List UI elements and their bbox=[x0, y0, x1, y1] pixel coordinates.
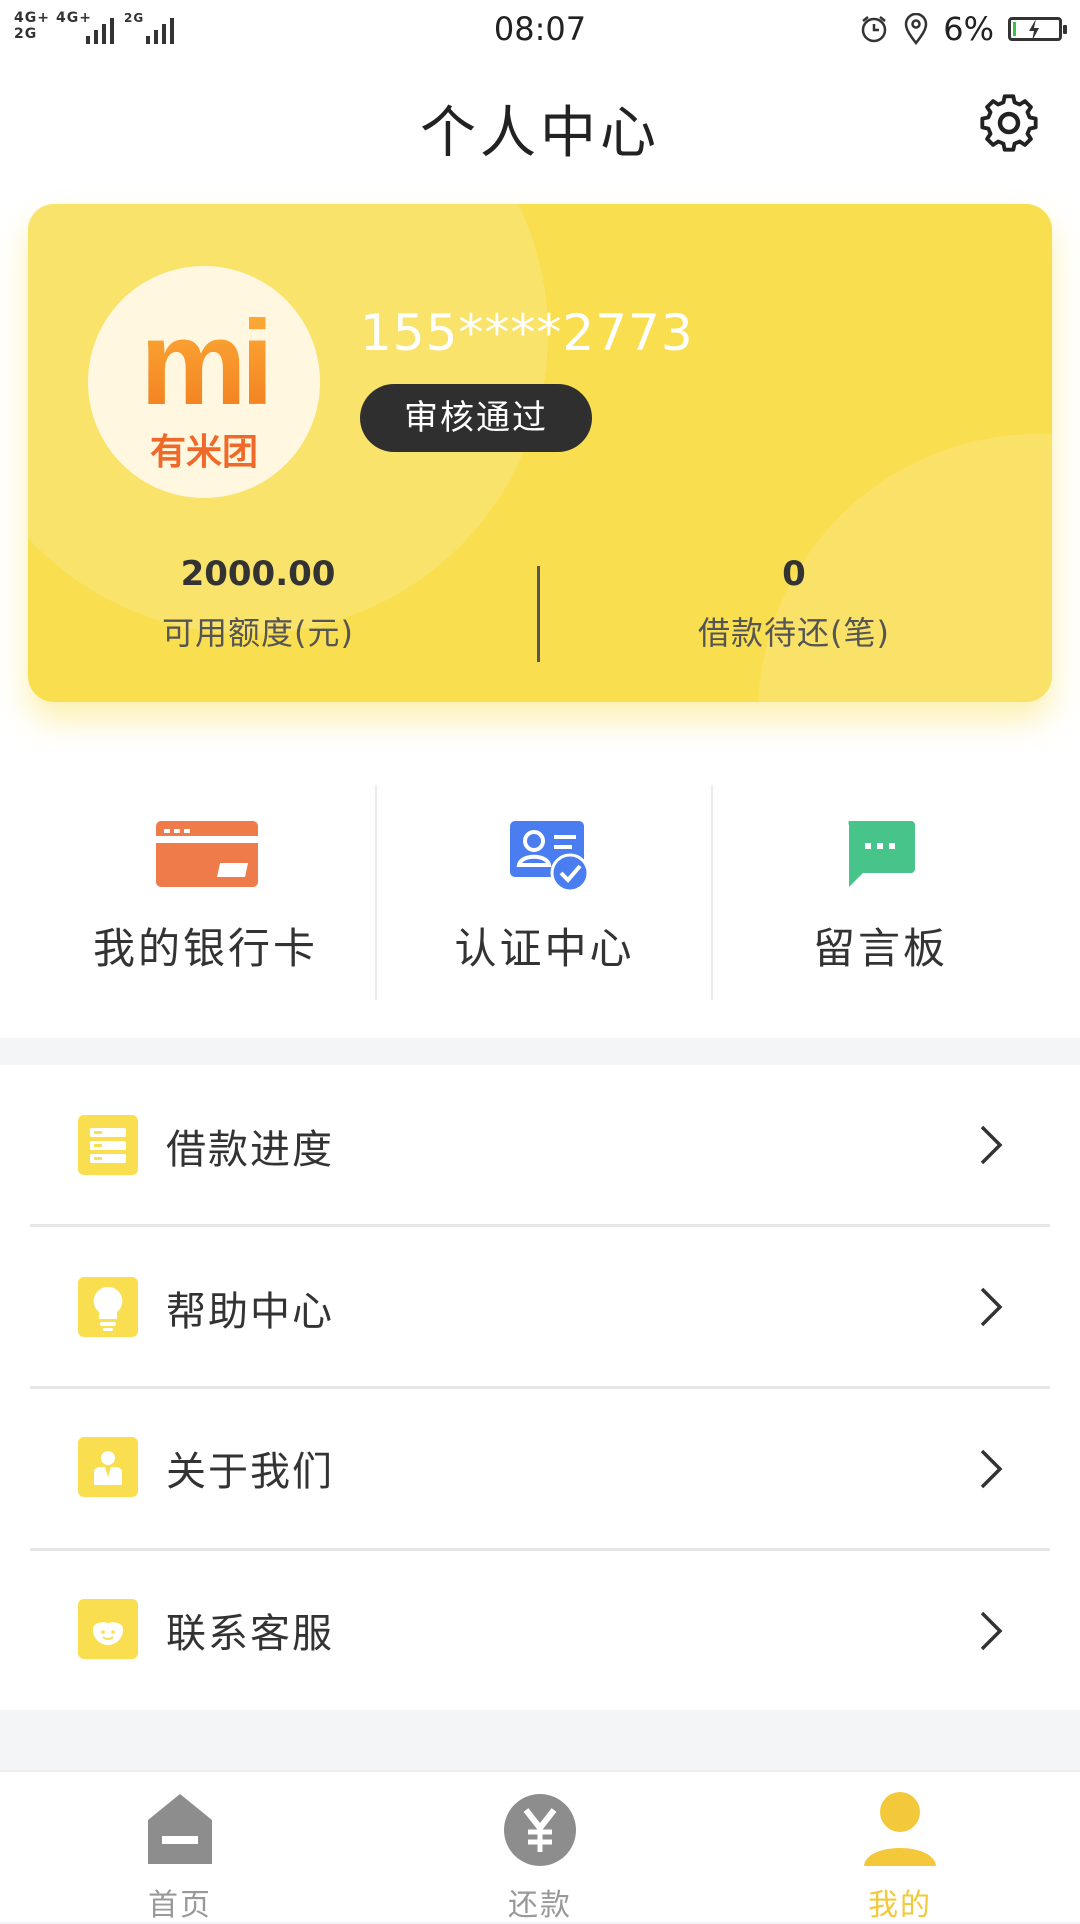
message-board-icon bbox=[848, 821, 915, 887]
tab-label: 首页 bbox=[148, 1888, 212, 1923]
shortcut-bank-card-label: 我的银行卡 bbox=[92, 924, 318, 973]
home-icon bbox=[148, 1794, 212, 1864]
shortcut-message-board-label: 留言板 bbox=[812, 924, 948, 973]
menu-list: 借款进度 帮助中心 关于我们 联系客服 bbox=[0, 1065, 1080, 1710]
header: 个人中心 bbox=[0, 58, 1080, 188]
pending-repayments-label: 借款待还(笔) bbox=[698, 614, 890, 652]
page-title: 个人中心 bbox=[420, 101, 660, 166]
battery-percent: 6% bbox=[943, 10, 994, 48]
available-credit-label: 可用额度(元) bbox=[162, 614, 354, 652]
shortcut-row: 我的银行卡 认证中心 留言板 bbox=[0, 785, 1080, 1000]
tab-mine[interactable]: 我的 bbox=[720, 1772, 1080, 1923]
status-bar: 4G+ 2G 4G+ 2G 08:07 6% bbox=[0, 0, 1080, 58]
pending-repayments[interactable]: 0 借款待还(笔) bbox=[564, 554, 1024, 654]
shortcut-message-board[interactable]: 留言板 bbox=[713, 785, 1048, 1000]
location-icon bbox=[904, 13, 928, 45]
chevron-right-icon bbox=[980, 1611, 1003, 1651]
menu-item-label: 借款进度 bbox=[166, 1127, 334, 1173]
verified-id-icon bbox=[510, 821, 590, 893]
battery-icon bbox=[1008, 17, 1067, 41]
menu-item-loan-progress[interactable]: 借款进度 bbox=[0, 1065, 1080, 1226]
chevron-right-icon bbox=[980, 1125, 1003, 1165]
pending-repayments-value: 0 bbox=[782, 554, 806, 594]
stat-divider bbox=[537, 566, 540, 662]
charging-bolt-icon bbox=[1029, 19, 1039, 41]
gear-icon bbox=[980, 94, 1038, 152]
status-right: 6% bbox=[859, 10, 1067, 48]
yen-icon bbox=[504, 1794, 576, 1866]
tab-bar: 首页 还款 我的 bbox=[0, 1770, 1080, 1923]
chevron-right-icon bbox=[980, 1287, 1003, 1327]
customer-service-icon bbox=[78, 1599, 138, 1659]
battery-fill bbox=[1013, 22, 1016, 36]
chevron-right-icon bbox=[980, 1449, 1003, 1489]
alarm-icon bbox=[861, 16, 887, 43]
available-credit[interactable]: 2000.00 可用额度(元) bbox=[28, 554, 488, 654]
user-icon bbox=[864, 1792, 936, 1866]
menu-item-label: 帮助中心 bbox=[166, 1289, 334, 1335]
person-badge-icon bbox=[78, 1437, 138, 1497]
avatar-logo-text: mi bbox=[140, 296, 268, 430]
shortcut-bank-card[interactable]: 我的银行卡 bbox=[38, 785, 373, 1000]
menu-item-customer-service[interactable]: 联系客服 bbox=[0, 1551, 1080, 1712]
company-logo-icon: mi 有米团 bbox=[140, 296, 274, 473]
status-badge: 审核通过 bbox=[360, 384, 592, 452]
shortcut-verification-label: 认证中心 bbox=[454, 924, 635, 973]
progress-list-icon bbox=[78, 1115, 138, 1175]
avatar[interactable]: mi 有米团 bbox=[88, 266, 320, 498]
settings-button[interactable] bbox=[976, 90, 1042, 156]
tab-label: 还款 bbox=[508, 1888, 572, 1923]
tab-home[interactable]: 首页 bbox=[0, 1772, 360, 1923]
menu-item-label: 联系客服 bbox=[166, 1611, 334, 1657]
shortcut-verification[interactable]: 认证中心 bbox=[377, 785, 712, 1000]
bank-card-icon bbox=[156, 821, 258, 887]
available-credit-value: 2000.00 bbox=[180, 554, 336, 594]
avatar-logo-caption: 有米团 bbox=[150, 432, 258, 473]
profile-card: mi 有米团 155****2773 审核通过 2000.00 可用额度(元) … bbox=[28, 204, 1052, 702]
lightbulb-icon bbox=[78, 1277, 138, 1337]
menu-item-about-us[interactable]: 关于我们 bbox=[0, 1389, 1080, 1550]
tab-label: 我的 bbox=[868, 1888, 932, 1923]
menu-item-label: 关于我们 bbox=[166, 1449, 334, 1495]
tab-repayment[interactable]: 还款 bbox=[360, 1772, 720, 1923]
menu-item-help-center[interactable]: 帮助中心 bbox=[0, 1227, 1080, 1388]
phone-number: 155****2773 bbox=[360, 304, 694, 362]
